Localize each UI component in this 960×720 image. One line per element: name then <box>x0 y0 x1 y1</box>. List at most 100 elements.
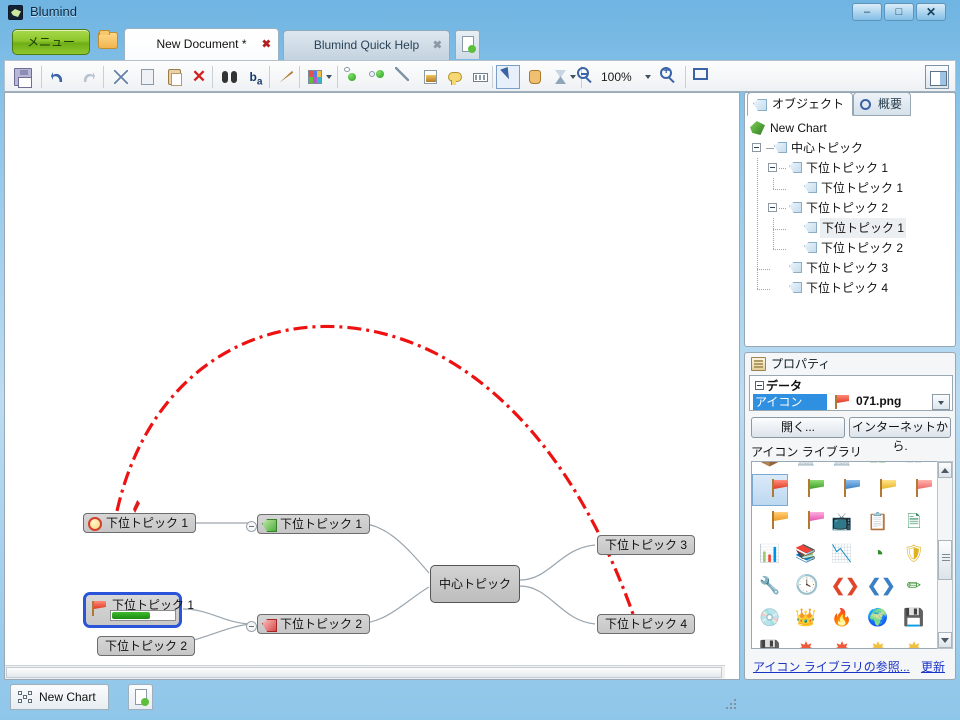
globe-icon[interactable]: 🌍 <box>860 602 896 634</box>
cd-icon[interactable]: 💿 <box>752 602 788 634</box>
tab-new-document-close-icon[interactable]: ✖ <box>262 39 271 50</box>
insert-subtopic-button[interactable] <box>341 65 365 89</box>
scatter-chart-icon[interactable]: 📉 <box>824 538 860 570</box>
gray-bracket-icon[interactable]: ■■ <box>896 461 932 474</box>
tree-row-new-chart[interactable]: New Chart <box>748 118 952 138</box>
paste-button[interactable] <box>162 65 186 89</box>
tree-expander-minus-icon[interactable] <box>752 143 761 152</box>
blue-flag-icon[interactable] <box>824 474 860 506</box>
cut-button[interactable] <box>109 65 133 89</box>
red-code-icon[interactable]: ❮❯ <box>824 570 860 602</box>
format-brush-button[interactable] <box>273 65 297 89</box>
tree-row-subtopic-2-2[interactable]: 下位トピック 2 <box>748 238 952 258</box>
canvas-scrollbar-thumb[interactable] <box>6 667 722 678</box>
green-flag-icon[interactable] <box>788 474 824 506</box>
browse-icon-library-link[interactable]: アイコン ライブラリの参照... <box>753 658 910 675</box>
wrench-icon[interactable]: 🔧 <box>752 570 788 602</box>
node-subtopic-2-1-selected[interactable]: 下位トピック 1 <box>83 592 182 628</box>
tab-new-document[interactable]: New Document * ✖ <box>124 28 279 60</box>
red-star-burst-icon[interactable]: ✸ <box>788 634 824 649</box>
undo-button[interactable] <box>47 65 71 89</box>
save-button[interactable] <box>11 65 35 89</box>
pink-flag-icon[interactable] <box>896 474 932 506</box>
tree-row-subtopic-3[interactable]: 下位トピック 3 <box>748 258 952 278</box>
mindmap-canvas[interactable]: 下位トピック 1 下位トピック 1 下位トピック 1 下位トピック 2 下位トピ… <box>4 92 740 680</box>
copy-button[interactable] <box>136 65 160 89</box>
icon-library-grid[interactable]: 📦 🖥 🖥 ■■ ■■ <box>751 461 951 649</box>
collapse-toggle-2[interactable] <box>246 621 257 632</box>
tab-objects[interactable]: オブジェクト <box>747 92 853 116</box>
books-icon[interactable]: 📚 <box>788 538 824 570</box>
shield-icon[interactable]: 🛡 <box>896 538 932 570</box>
scroll-up-button[interactable] <box>938 462 952 478</box>
zoom-in-button[interactable] <box>658 65 682 89</box>
icon-library-scrollbar[interactable] <box>937 461 953 649</box>
pencil-icon[interactable]: ✏ <box>896 570 932 602</box>
zoom-dropdown-button[interactable] <box>642 65 654 89</box>
property-value-dropdown-button[interactable] <box>932 394 950 410</box>
link-line-button[interactable] <box>393 65 417 89</box>
from-internet-button[interactable]: インターネットから. <box>849 417 951 438</box>
close-button[interactable]: ✕ <box>916 3 946 21</box>
tree-row-subtopic-2-1-selected[interactable]: 下位トピック 1 <box>748 218 952 238</box>
crown-icon[interactable]: 👑 <box>788 602 824 634</box>
collapse-toggle-1[interactable] <box>246 521 257 532</box>
monitor-off-icon[interactable]: 🖥 <box>824 461 860 474</box>
television-icon[interactable]: 📺 <box>824 506 860 538</box>
flame-icon[interactable]: 🔥 <box>824 602 860 634</box>
property-key-icon[interactable]: アイコン <box>753 394 827 410</box>
maximize-button[interactable]: □ <box>884 3 914 21</box>
magenta-flag-icon[interactable] <box>788 506 824 538</box>
node-subtopic-2-1-2[interactable]: 下位トピック 2 <box>257 614 370 634</box>
fit-to-window-button[interactable] <box>691 65 715 89</box>
new-chart-button[interactable] <box>128 684 153 710</box>
tab-quick-help[interactable]: Blumind Quick Help ✖ <box>283 30 450 60</box>
object-tree[interactable]: New Chart 中心トピック 下位トピック 1 <box>748 118 952 343</box>
tree-expander-minus-icon[interactable] <box>768 163 777 172</box>
resize-grip[interactable] <box>724 697 738 711</box>
property-group-data[interactable]: データ <box>753 377 802 394</box>
red-flag-icon[interactable] <box>752 474 788 506</box>
node-subtopic-4[interactable]: 下位トピック 4 <box>597 614 695 634</box>
red-star-burst-2-icon[interactable]: ✸ <box>824 634 860 649</box>
tree-row-center-topic[interactable]: 中心トピック <box>748 138 952 158</box>
insert-image-button[interactable] <box>418 65 442 89</box>
delete-button[interactable]: ✕ <box>187 65 211 89</box>
node-center-topic[interactable]: 中心トピック <box>430 565 520 603</box>
save-blue-icon[interactable]: 💾 <box>752 634 788 649</box>
tree-row-subtopic-1-1[interactable]: 下位トピック 1 <box>748 178 952 198</box>
tab-outline[interactable]: 概要 <box>853 92 911 116</box>
orange-flag-icon[interactable] <box>752 506 788 538</box>
blue-code-icon[interactable]: ❮❯ <box>860 570 896 602</box>
update-link[interactable]: 更新 <box>921 658 945 675</box>
open-icon-file-button[interactable]: 開く... <box>751 417 845 438</box>
clipboard-icon[interactable]: 📋 <box>860 506 896 538</box>
scrollbar-thumb[interactable] <box>938 540 952 580</box>
minimize-button[interactable]: – <box>852 3 882 21</box>
palette-dropdown-button[interactable] <box>323 65 335 89</box>
pie-chart-icon[interactable]: ◔ <box>860 538 896 570</box>
replace-button[interactable]: ba <box>244 65 268 89</box>
group-expander-minus-icon[interactable] <box>755 381 764 390</box>
tree-row-subtopic-2[interactable]: 下位トピック 2 <box>748 198 952 218</box>
tree-expander-minus-icon[interactable] <box>768 203 777 212</box>
save-gray-icon[interactable]: 💾 <box>896 602 932 634</box>
find-button[interactable] <box>217 65 241 89</box>
yellow-star-burst-icon[interactable]: ✸ <box>860 634 896 649</box>
spreadsheet-icon[interactable]: 🗎 <box>896 506 932 538</box>
select-tool-button[interactable] <box>496 65 520 89</box>
tree-row-subtopic-4[interactable]: 下位トピック 4 <box>748 278 952 298</box>
menu-button[interactable]: メニュー <box>12 29 90 55</box>
canvas-horizontal-scrollbar[interactable] <box>5 665 725 679</box>
new-document-tab-button[interactable] <box>455 30 480 59</box>
node-subtopic-1-1-1[interactable]: 下位トピック 1 <box>257 514 370 534</box>
pan-tool-button[interactable] <box>523 65 547 89</box>
monitor-icon[interactable]: 🖥 <box>788 461 824 474</box>
node-subtopic-3[interactable]: 下位トピック 3 <box>597 535 695 555</box>
progress-bar-button[interactable] <box>468 65 492 89</box>
clock-icon[interactable]: 🕓 <box>788 570 824 602</box>
yellow-flag-icon[interactable] <box>860 474 896 506</box>
node-subtopic-1-1[interactable]: 下位トピック 1 <box>83 513 196 533</box>
package-icon[interactable]: 📦 <box>752 461 788 474</box>
scroll-down-button[interactable] <box>938 632 952 648</box>
